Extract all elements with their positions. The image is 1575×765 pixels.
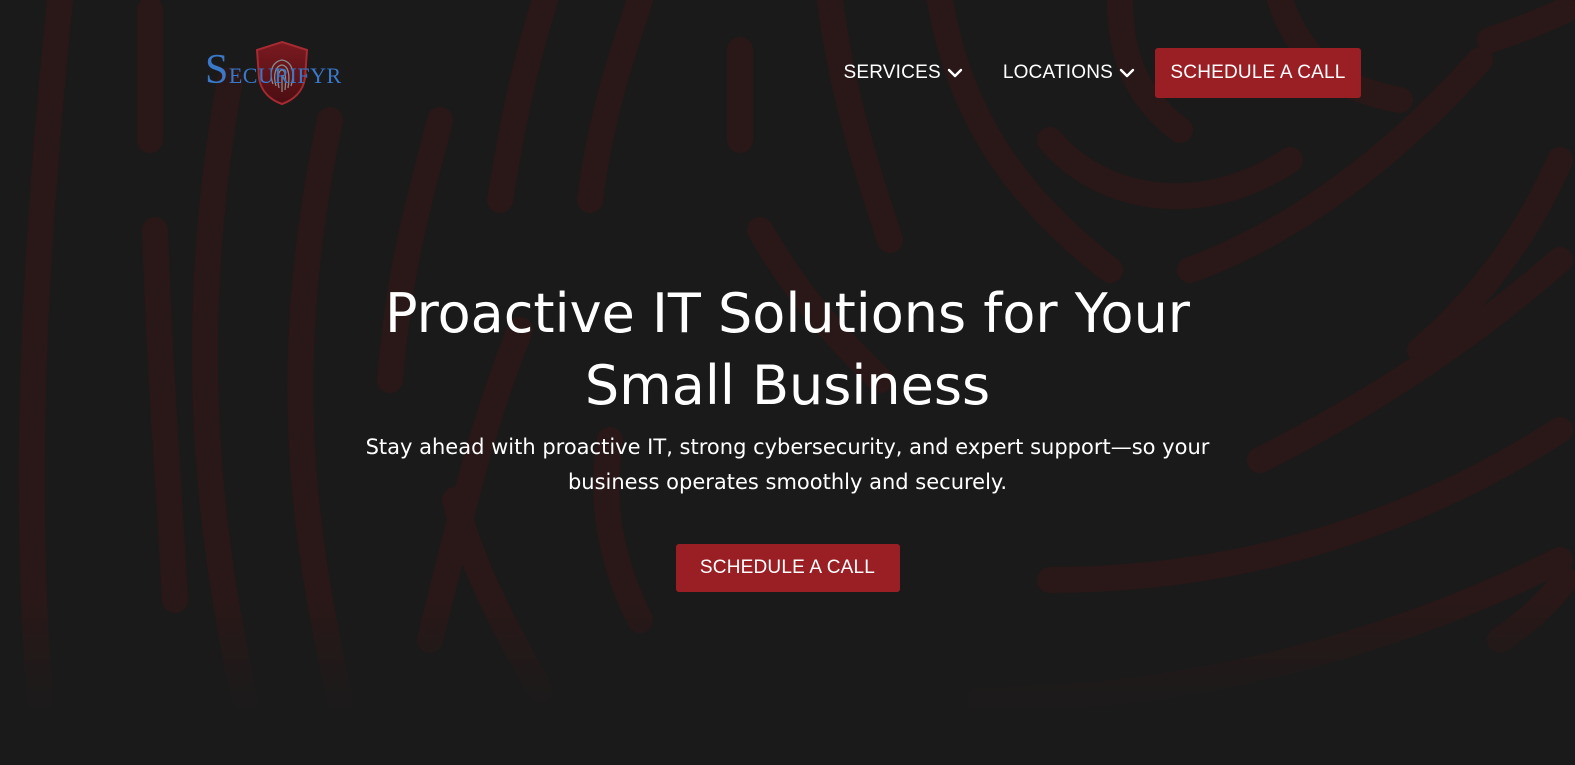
nav-item-services[interactable]: SERVICES <box>843 62 963 84</box>
nav-item-label: LOCATIONS <box>1002 62 1113 83</box>
logo-initial: S <box>205 47 229 93</box>
logo-rest: ECURIFYR <box>228 63 342 88</box>
logo-wordmark: SECURIFYR <box>205 46 342 94</box>
nav-item-label: SERVICES <box>843 62 941 83</box>
site-header: SECURIFYR SERVICES LOCATIONS SCHEDULE A … <box>0 0 1575 150</box>
hero-headline: Proactive IT Solutions for Your Small Bu… <box>384 282 1191 417</box>
main-nav: SERVICES LOCATIONS SCHEDULE A CALL <box>843 48 1361 98</box>
securifyr-logo[interactable]: SECURIFYR <box>205 40 360 106</box>
bottom-fade <box>0 600 1575 765</box>
schedule-call-hero-button[interactable]: SCHEDULE A CALL <box>675 544 900 592</box>
hero-subheadline: Stay ahead with proactive IT, strong cyb… <box>365 435 1210 494</box>
nav-item-locations[interactable]: LOCATIONS <box>1003 62 1135 84</box>
schedule-call-nav-button[interactable]: SCHEDULE A CALL <box>1155 48 1361 98</box>
chevron-down-icon <box>947 67 963 79</box>
chevron-down-icon <box>1119 67 1135 79</box>
hero-section: Proactive IT Solutions for Your Small Bu… <box>0 278 1575 592</box>
